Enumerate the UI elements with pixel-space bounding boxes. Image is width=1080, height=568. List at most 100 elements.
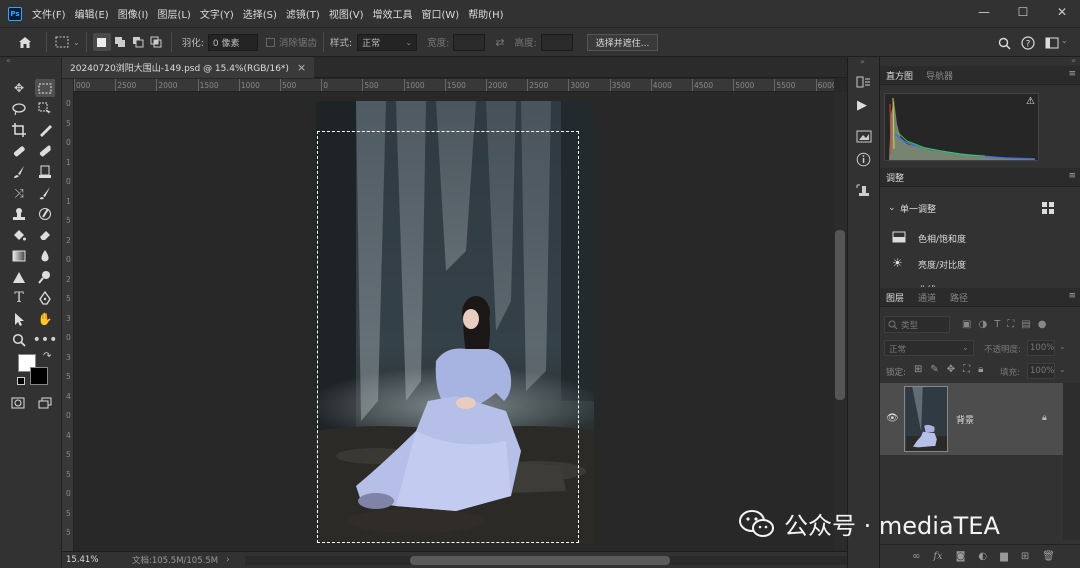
rect-marquee-tool-icon[interactable] <box>35 79 55 97</box>
collapse-arrows-icon[interactable]: « <box>0 57 62 65</box>
menu-help[interactable]: 帮助(H) <box>468 6 503 21</box>
zoom-level[interactable]: 15.41% <box>66 555 108 565</box>
link-layers-icon[interactable]: ∞ <box>912 551 920 562</box>
status-arrow-icon[interactable]: › <box>226 555 230 565</box>
background-color-swatch[interactable] <box>30 367 48 385</box>
chevron-down-icon[interactable]: ⌄ <box>888 203 896 213</box>
width-input[interactable] <box>453 33 486 51</box>
fill-input[interactable]: 100% <box>1027 363 1055 379</box>
adjust-item-curves[interactable]: 曲线 <box>918 283 936 287</box>
vertical-scrollbar-thumb[interactable] <box>835 230 845 400</box>
lock-artboard-icon[interactable]: ⛶ <box>963 364 970 375</box>
menu-view[interactable]: 视图(V) <box>329 6 364 21</box>
shape-filter-icon[interactable]: ⛶ <box>1007 319 1014 330</box>
home-icon[interactable] <box>16 33 34 51</box>
dodge-tool-icon[interactable] <box>35 268 55 286</box>
lock-all-icon[interactable]: 🔒︎ <box>978 364 983 375</box>
menu-window[interactable]: 窗口(W) <box>421 6 459 21</box>
stamp-tool-icon[interactable] <box>35 163 55 181</box>
paint-brush-tool-icon[interactable] <box>35 184 55 202</box>
brush-tool-icon[interactable] <box>9 163 29 181</box>
tab-navigator[interactable]: 导航器 <box>926 69 953 82</box>
object-select-tool-icon[interactable] <box>35 100 55 118</box>
layer-lock-icon[interactable]: 🔒︎ <box>1042 413 1047 423</box>
move-tool-icon[interactable]: ✥ <box>9 79 29 97</box>
blend-mode-select[interactable]: 正常 ⌄ <box>884 340 974 356</box>
blur-tool-icon[interactable] <box>35 247 55 265</box>
delete-layer-icon[interactable]: 🗑︎ <box>1042 551 1055 562</box>
layer-row[interactable]: 👁︎ 背景 🔒︎ <box>880 383 1063 455</box>
adjust-item-curves-row[interactable]: 曲线 <box>880 279 1080 287</box>
adjust-item-hue-saturation[interactable]: 色相/饱和度 <box>918 232 966 245</box>
swap-colors-icon[interactable]: ↷ <box>43 351 51 362</box>
bucket-tool-icon[interactable] <box>9 226 29 244</box>
warning-icon[interactable]: ⚠ <box>1026 96 1035 107</box>
menu-file[interactable]: 文件(F) <box>32 6 66 21</box>
chevron-down-icon[interactable]: ⌄ <box>73 38 80 47</box>
add-mask-icon[interactable]: ◙ <box>956 551 966 562</box>
triangle-tool-icon[interactable] <box>9 268 29 286</box>
minimize-button[interactable]: — <box>966 0 1002 24</box>
info-panel-icon[interactable] <box>856 152 871 170</box>
histogram-menu-icon[interactable]: ≡ <box>1068 69 1076 79</box>
actions-play-icon[interactable]: ▶ <box>857 98 867 113</box>
eraser-tool-icon[interactable] <box>35 226 55 244</box>
adjustments-menu-icon[interactable]: ≡ <box>1068 171 1076 181</box>
new-group-icon[interactable]: ▆ <box>1000 551 1008 562</box>
tab-paths[interactable]: 路径 <box>950 291 968 304</box>
art-history-brush-icon[interactable] <box>35 205 55 223</box>
antialias-checkbox[interactable] <box>265 37 275 47</box>
style-select[interactable]: 正常 ⌄ <box>357 33 418 51</box>
horizontal-scrollbar-thumb[interactable] <box>410 556 670 565</box>
new-layer-icon[interactable]: ⊞ <box>1021 551 1029 562</box>
search-icon[interactable] <box>995 34 1013 52</box>
zoom-tool-icon[interactable] <box>9 331 29 349</box>
close-tab-icon[interactable]: × <box>297 61 306 74</box>
new-selection-icon[interactable] <box>92 33 111 51</box>
pixel-filter-icon[interactable]: ▣ <box>962 319 971 330</box>
select-and-mask-button[interactable]: 选择并遮住... <box>586 33 659 51</box>
history-panel-icon[interactable] <box>856 75 872 92</box>
collapse-panels-icon[interactable]: « <box>880 57 1080 65</box>
swap-dimensions-icon[interactable]: ⇄ <box>495 36 504 49</box>
tab-adjustments[interactable]: 调整 <box>886 171 904 184</box>
filter-toggle-icon[interactable]: ● <box>1038 319 1047 330</box>
expand-arrows-icon[interactable]: » <box>860 57 865 66</box>
menu-select[interactable]: 选择(S) <box>243 6 277 21</box>
spot-healing-tool-icon[interactable] <box>9 142 29 160</box>
remove-tool-icon[interactable] <box>35 142 55 160</box>
smart-object-filter-icon[interactable]: ▤ <box>1021 319 1030 330</box>
height-input[interactable] <box>540 33 573 51</box>
marquee-tool-preset-icon[interactable] <box>53 33 71 51</box>
gradient-tool-icon[interactable] <box>9 247 29 265</box>
lock-pixels-icon[interactable]: ✎ <box>930 364 938 375</box>
quick-mask-icon[interactable] <box>8 394 28 412</box>
feather-input[interactable]: 0 像素 <box>207 33 258 51</box>
lasso-tool-icon[interactable] <box>9 100 29 118</box>
new-adjustment-icon[interactable]: ◐ <box>978 551 987 562</box>
tab-channels[interactable]: 通道 <box>918 291 936 304</box>
menu-plugins[interactable]: 增效工具 <box>372 6 412 21</box>
layer-filter-select[interactable]: 类型 <box>884 316 950 333</box>
grid-view-icon[interactable] <box>1042 202 1054 217</box>
clone-source-panel-icon[interactable] <box>856 184 872 203</box>
help-icon[interactable]: ? <box>1019 34 1037 52</box>
add-to-selection-icon[interactable] <box>111 33 129 51</box>
visibility-eye-icon[interactable]: 👁︎ <box>886 413 899 424</box>
type-filter-icon[interactable]: T <box>994 319 1000 330</box>
workspace-icon[interactable] <box>1043 34 1061 52</box>
crop-tool-icon[interactable] <box>9 121 29 139</box>
menu-type[interactable]: 文字(Y) <box>200 6 234 21</box>
tab-layers[interactable]: 图层 <box>886 291 904 304</box>
adjust-item-brightness-contrast[interactable]: 亮度/对比度 <box>918 258 966 271</box>
pen-tool-icon[interactable] <box>35 289 55 307</box>
document-tab[interactable]: 20240720浏阳大围山-149.psd @ 15.4%(RGB/16*) × <box>62 57 315 78</box>
menu-edit[interactable]: 编辑(E) <box>75 6 109 21</box>
menu-image[interactable]: 图像(I) <box>118 6 149 21</box>
tab-histogram[interactable]: 直方图 <box>886 69 913 82</box>
path-select-tool-icon[interactable] <box>9 310 29 328</box>
clone-stamp-tool-icon[interactable] <box>9 205 29 223</box>
menu-filter[interactable]: 滤镜(T) <box>286 6 320 21</box>
more-tools-icon[interactable]: ••• <box>33 331 58 349</box>
screen-mode-icon[interactable] <box>35 394 55 412</box>
